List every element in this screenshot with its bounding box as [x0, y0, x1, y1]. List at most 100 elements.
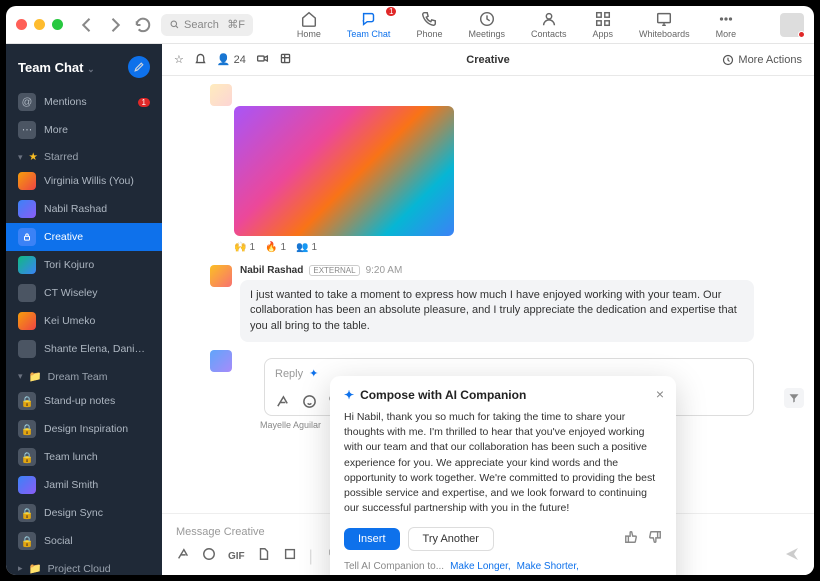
section-dream-team[interactable]: ▾📁Dream Team — [6, 363, 162, 387]
emoji-icon[interactable] — [202, 547, 216, 566]
starred-item[interactable]: Kei Umeko — [6, 307, 162, 335]
lock-icon: 🔒 — [18, 504, 36, 522]
compose-button[interactable] — [128, 56, 150, 78]
sidebar-mentions[interactable]: @Mentions1 — [6, 88, 162, 116]
avatar[interactable] — [210, 265, 232, 287]
starred-item[interactable]: Virginia Willis (You) — [6, 167, 162, 195]
tab-apps[interactable]: Apps — [593, 10, 614, 39]
avatar-icon — [18, 284, 36, 302]
titlebar: Search ⌘F Home 1Team Chat Phone Meetings… — [6, 6, 814, 44]
nav-back[interactable] — [77, 15, 97, 35]
folder-icon: 📁 — [29, 370, 42, 383]
message-time: 9:20 AM — [366, 265, 403, 276]
members-count[interactable]: 👤 24 — [217, 53, 246, 66]
avatar — [210, 350, 232, 372]
tab-team-chat[interactable]: 1Team Chat — [347, 10, 391, 39]
filter-button[interactable] — [784, 388, 804, 408]
channel-item[interactable]: 🔒Stand-up notes — [6, 387, 162, 415]
main-tabs: Home 1Team Chat Phone Meetings Contacts … — [261, 10, 772, 39]
maximize-window[interactable] — [52, 19, 63, 30]
ai-title: ✦Compose with AI Companion — [344, 388, 662, 402]
thumbs-up-icon[interactable] — [624, 530, 638, 547]
profile-avatar[interactable] — [780, 13, 804, 37]
lock-icon: 🔒 — [18, 448, 36, 466]
tab-more[interactable]: More — [716, 10, 737, 39]
lock-icon: 🔒 — [18, 392, 36, 410]
section-project-cloud[interactable]: ▸📁Project Cloud — [6, 555, 162, 575]
lock-icon — [18, 228, 36, 246]
history-icon[interactable] — [133, 15, 153, 35]
video-icon[interactable] — [256, 52, 269, 68]
more-actions-button[interactable]: More Actions — [722, 54, 802, 66]
sparkle-icon: ✦ — [309, 367, 318, 380]
starred-item[interactable]: Shante Elena, Daniel Bow... — [6, 335, 162, 363]
tab-whiteboards[interactable]: Whiteboards — [639, 10, 690, 39]
presence-dot — [798, 31, 805, 38]
insert-button[interactable]: Insert — [344, 528, 400, 550]
reactions: 🙌1 🔥1 👥1 — [234, 242, 754, 253]
message-image[interactable] — [234, 106, 454, 236]
avatar-icon — [18, 476, 36, 494]
more-icon: ⋯ — [18, 121, 36, 139]
tab-contacts[interactable]: Contacts — [531, 10, 567, 39]
message-row: Nabil Rashad EXTERNAL 9:20 AM I just wan… — [210, 265, 754, 342]
file-icon[interactable] — [257, 547, 271, 566]
search-placeholder: Search — [184, 19, 219, 31]
tab-phone[interactable]: Phone — [416, 10, 442, 39]
starred-item[interactable]: CT Wiseley — [6, 279, 162, 307]
ai-body: Hi Nabil, thank you so much for taking t… — [344, 410, 662, 517]
format-icon[interactable] — [176, 547, 190, 566]
thumbs-down-icon[interactable] — [648, 530, 662, 547]
reaction[interactable]: 🔥1 — [265, 242, 286, 253]
section-starred[interactable]: ▾★Starred — [6, 144, 162, 167]
format-icon[interactable] — [275, 394, 290, 409]
nav-forward[interactable] — [105, 15, 125, 35]
try-another-button[interactable]: Try Another — [408, 527, 494, 551]
send-button[interactable] — [784, 546, 800, 567]
avatar — [210, 84, 232, 106]
main-panel: ☆ 👤 24 Creative More Actions 🙌1 🔥1 👥1 — [162, 44, 814, 575]
lock-icon: 🔒 — [18, 532, 36, 550]
channel-item[interactable]: 🔒Design Sync — [6, 499, 162, 527]
avatar-icon — [18, 312, 36, 330]
gif-button[interactable]: GIF — [228, 551, 245, 562]
screenshot-icon[interactable] — [283, 547, 297, 566]
avatar-icon — [18, 256, 36, 274]
starred-item-creative[interactable]: Creative — [6, 223, 162, 251]
tab-meetings[interactable]: Meetings — [468, 10, 505, 39]
lock-icon: 🔒 — [18, 420, 36, 438]
star-icon[interactable]: ☆ — [174, 53, 184, 66]
emoji-icon[interactable] — [302, 394, 317, 409]
reaction[interactable]: 🙌1 — [234, 242, 255, 253]
sidebar: Team Chat ⌄ @Mentions1 ⋯More ▾★Starred V… — [6, 44, 162, 575]
reaction[interactable]: 👥1 — [296, 242, 317, 253]
avatar-icon — [18, 200, 36, 218]
new-window-icon[interactable] — [279, 52, 292, 68]
close-button[interactable]: × — [656, 386, 664, 402]
channel-item[interactable]: Jamil Smith — [6, 471, 162, 499]
starred-item[interactable]: Nabil Rashad — [6, 195, 162, 223]
tab-home[interactable]: Home — [297, 10, 321, 39]
suggestion-longer[interactable]: Make Longer, — [450, 561, 511, 572]
starred-item[interactable]: Tori Kojuro — [6, 251, 162, 279]
ai-companion-popover: × ✦Compose with AI Companion Hi Nabil, t… — [330, 376, 676, 575]
channel-item[interactable]: 🔒Team lunch — [6, 443, 162, 471]
ai-prompt-label: Tell AI Companion to... — [344, 561, 444, 572]
suggestion-shorter[interactable]: Make Shorter, — [517, 561, 579, 572]
at-icon: @ — [18, 93, 36, 111]
close-window[interactable] — [16, 19, 27, 30]
chat-header: ☆ 👤 24 Creative More Actions — [162, 44, 814, 76]
avatar-icon — [18, 172, 36, 190]
channel-item[interactable]: 🔒Social — [6, 527, 162, 555]
sidebar-title: Team Chat ⌄ — [18, 60, 95, 75]
group-icon — [18, 340, 36, 358]
channel-title: Creative — [466, 54, 509, 66]
channel-item[interactable]: 🔒Design Inspiration — [6, 415, 162, 443]
window-controls — [16, 19, 63, 30]
sidebar-more[interactable]: ⋯More — [6, 116, 162, 144]
minimize-window[interactable] — [34, 19, 45, 30]
global-search[interactable]: Search ⌘F — [161, 14, 253, 36]
bell-icon[interactable] — [194, 52, 207, 68]
message-bubble: I just wanted to take a moment to expres… — [240, 280, 754, 342]
folder-icon: 📁 — [29, 562, 42, 575]
